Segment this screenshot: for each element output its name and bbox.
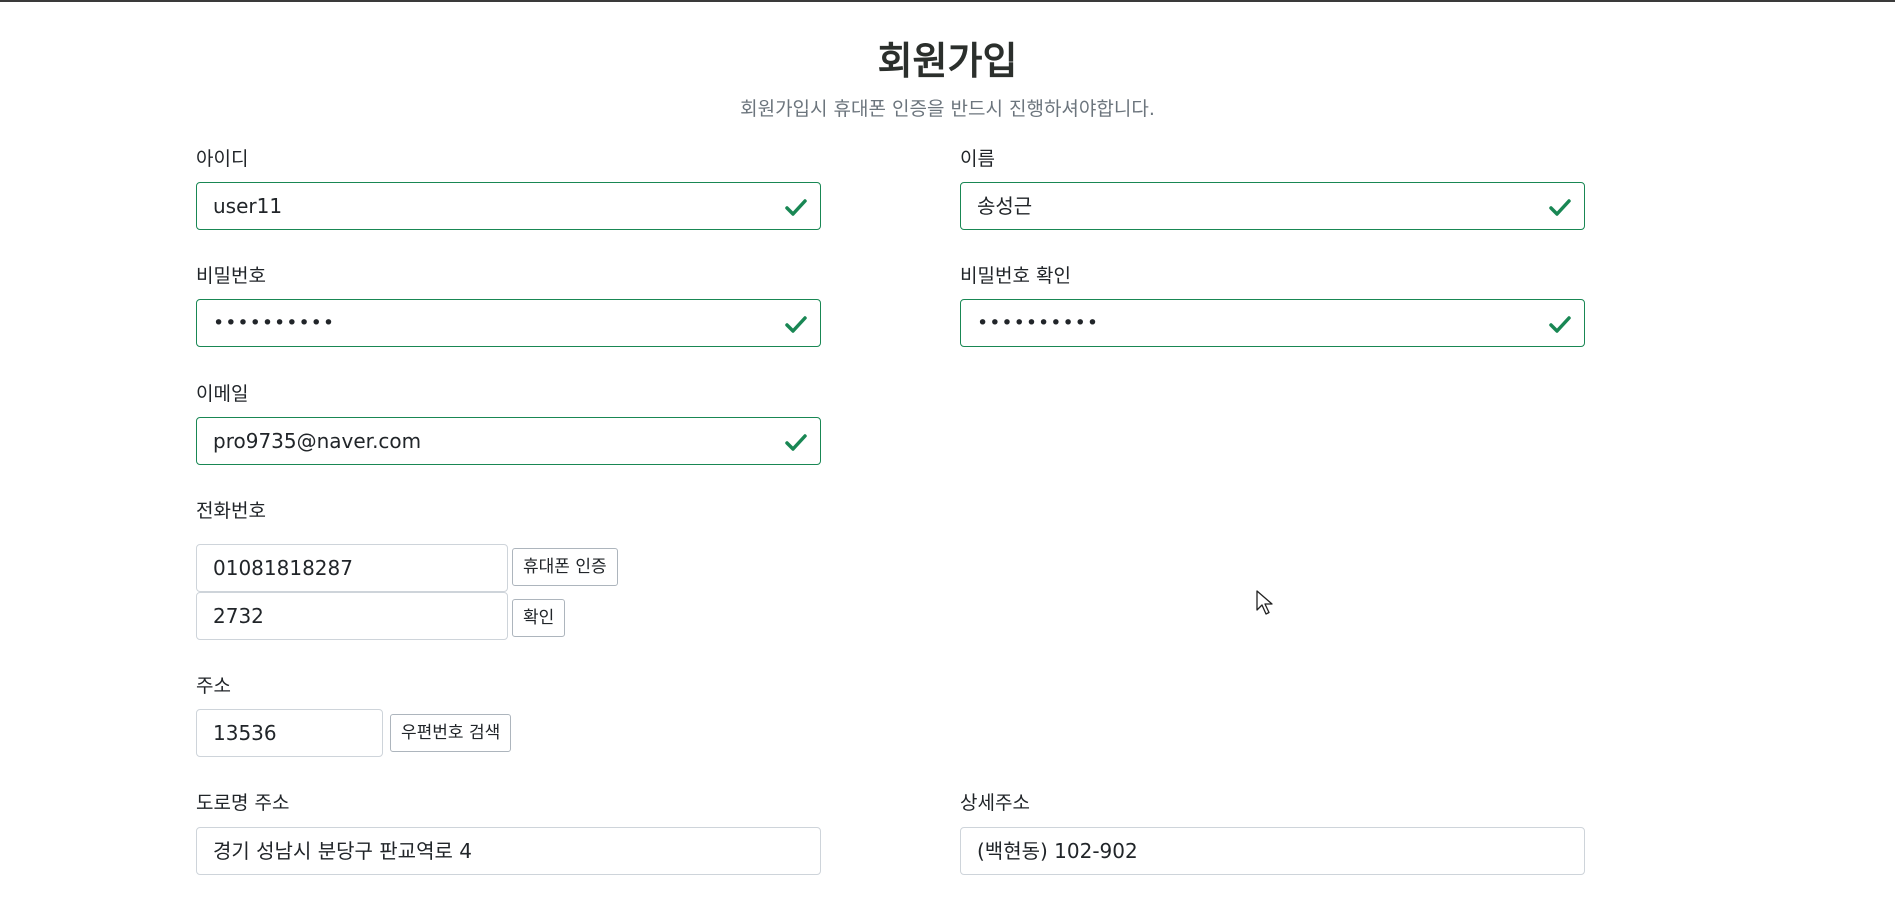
road-address-input[interactable]: 경기 성남시 분당구 판교역로 4 xyxy=(196,827,821,875)
name-value: 송성근 xyxy=(977,194,1033,218)
phone-label: 전화번호 xyxy=(196,500,266,522)
address-label: 주소 xyxy=(196,675,231,697)
password-input[interactable]: •••••••••• xyxy=(196,299,821,347)
road-address-label: 도로명 주소 xyxy=(196,792,290,814)
page-subtitle: 회원가입시 휴대폰 인증을 반드시 진행하셔야합니다. xyxy=(740,98,1155,120)
password-value: •••••••••• xyxy=(213,312,336,334)
phone-verify-button[interactable]: 휴대폰 인증 xyxy=(512,548,618,586)
verification-code-input[interactable]: 2732 xyxy=(196,592,508,640)
road-address-value: 경기 성남시 분당구 판교역로 4 xyxy=(213,839,472,863)
check-icon xyxy=(785,199,807,216)
check-icon xyxy=(785,316,807,333)
mouse-pointer-icon xyxy=(1256,590,1273,615)
email-value: pro9735@naver.com xyxy=(213,429,422,453)
phone-input[interactable]: 01081818287 xyxy=(196,544,508,592)
password-label: 비밀번호 xyxy=(196,265,266,287)
username-value: user11 xyxy=(213,194,283,218)
verification-confirm-button[interactable]: 확인 xyxy=(512,599,566,637)
zipcode-input[interactable]: 13536 xyxy=(196,709,383,757)
check-icon xyxy=(1549,316,1571,333)
detail-address-input[interactable]: (백현동) 102-902 xyxy=(960,827,1585,875)
name-input[interactable]: 송성근 xyxy=(960,182,1585,230)
check-icon xyxy=(1549,199,1571,216)
password-confirm-label: 비밀번호 확인 xyxy=(960,265,1071,287)
email-input[interactable]: pro9735@naver.com xyxy=(196,417,821,465)
page-title: 회원가입 xyxy=(877,39,1018,83)
zipcode-value: 13536 xyxy=(213,721,277,745)
username-label: 아이디 xyxy=(196,148,249,170)
detail-address-label: 상세주소 xyxy=(960,792,1030,814)
phone-value: 01081818287 xyxy=(213,556,353,580)
email-label: 이메일 xyxy=(196,383,249,405)
verification-code-value: 2732 xyxy=(213,604,264,628)
username-input[interactable]: user11 xyxy=(196,182,821,230)
password-confirm-input[interactable]: •••••••••• xyxy=(960,299,1585,347)
detail-address-value: (백현동) 102-902 xyxy=(977,839,1138,863)
zipcode-search-button[interactable]: 우편번호 검색 xyxy=(390,714,512,752)
check-icon xyxy=(785,434,807,451)
password-confirm-value: •••••••••• xyxy=(977,312,1100,334)
name-label: 이름 xyxy=(960,148,995,170)
